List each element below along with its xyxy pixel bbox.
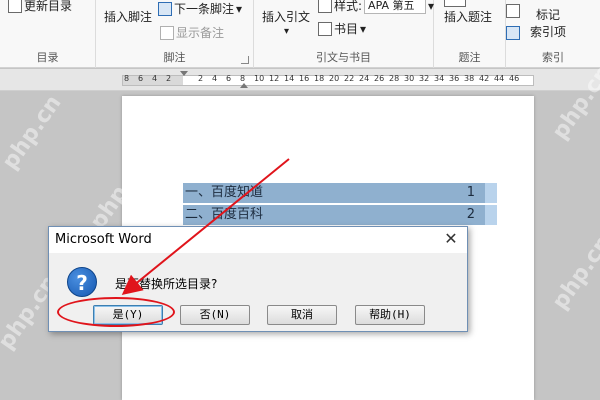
- chevron-down-icon: ▾: [360, 21, 367, 36]
- ruler-number: 30: [404, 74, 415, 83]
- toc-entry-text: 二、百度百科: [185, 207, 264, 222]
- table-of-figures-icon[interactable]: [506, 4, 520, 18]
- bibliography-icon: [318, 21, 332, 36]
- ruler-number: 8: [240, 74, 246, 83]
- ruler-number: 2: [198, 74, 204, 83]
- ruler-number: 2: [166, 74, 172, 83]
- ruler-number: 8: [124, 74, 130, 83]
- bibliography-button[interactable]: 书目 ▾: [318, 20, 366, 37]
- group-label-citations: 引文与书目: [316, 51, 371, 64]
- help-button[interactable]: 帮助(H): [355, 305, 425, 325]
- show-notes-icon: [160, 25, 174, 40]
- toc-selection-tail: [485, 205, 497, 225]
- group-footnotes: 插入脚注 下一条脚注 ▾ 显示备注 脚注: [96, 0, 254, 68]
- ruler-number: 26: [374, 74, 385, 83]
- insert-citation-dropdown[interactable]: ▾: [284, 26, 289, 37]
- ruler-number: 36: [449, 74, 460, 83]
- close-icon[interactable]: ✕: [443, 231, 459, 247]
- group-toc: 更新目录 目录: [0, 0, 96, 68]
- group-label-captions: 题注: [458, 51, 481, 64]
- watermark: php.cn: [0, 90, 67, 175]
- annotation-ellipse: [57, 297, 175, 327]
- insert-caption-button[interactable]: 插入题注: [444, 8, 492, 25]
- style-selector[interactable]: 样式: APA 第五 ▾: [318, 0, 434, 14]
- dialog-titlebar[interactable]: Microsoft Word ✕: [49, 227, 467, 253]
- toc-selection-tail: [485, 183, 497, 203]
- ruler-number: 42: [479, 74, 490, 83]
- ruler-number: 20: [329, 74, 340, 83]
- ruler-number: 34: [434, 74, 445, 83]
- ruler-number: 6: [138, 74, 144, 83]
- ruler-number: 22: [344, 74, 355, 83]
- ruler-number: 32: [419, 74, 430, 83]
- next-footnote-icon: [158, 1, 172, 16]
- horizontal-ruler[interactable]: 8 6 4 2 2 4 6 8 10 12 14 16 18 20 22 24 26 28 30 32 34 36 38 42…: [0, 69, 600, 91]
- dialog-title: Microsoft Word: [55, 232, 152, 247]
- group-label-toc: 目录: [36, 51, 59, 64]
- toc-entry-page: 2: [466, 207, 475, 222]
- refresh-icon: [8, 0, 22, 13]
- caption-icon: [444, 0, 466, 7]
- caption-glyph-icon: [444, 0, 466, 7]
- ruler-number: 14: [284, 74, 295, 83]
- chevron-down-icon: ▾: [236, 1, 243, 16]
- style-icon: [318, 0, 332, 13]
- style-combo[interactable]: APA 第五: [364, 0, 427, 14]
- ribbon: 更新目录 目录 插入脚注 下一条脚注 ▾ 显示备注 脚注 插入引文 ▾ 样式: …: [0, 0, 600, 68]
- first-line-indent-marker[interactable]: [180, 71, 188, 76]
- ruler-number: 12: [269, 74, 280, 83]
- ruler-number: 10: [254, 74, 265, 83]
- group-captions: 插入题注 题注: [434, 0, 506, 68]
- ruler-number: 28: [389, 74, 400, 83]
- cross-ref-glyph-icon: [506, 26, 520, 40]
- insert-footnote-button[interactable]: 插入脚注: [104, 8, 152, 25]
- ruler-number: 4: [152, 74, 158, 83]
- next-footnote-button[interactable]: 下一条脚注 ▾: [158, 0, 242, 17]
- watermark: php.cn: [547, 230, 600, 315]
- cross-reference-icon[interactable]: [506, 26, 520, 40]
- chevron-down-icon: ▾: [284, 26, 290, 37]
- toc-entry-text: 一、百度知道: [185, 185, 264, 200]
- mark-entry-button[interactable]: 标记 索引项: [530, 6, 566, 40]
- toc-entry[interactable]: 二、百度百科 2: [183, 205, 497, 225]
- ruler-number: 4: [212, 74, 218, 83]
- ruler-number: 44: [494, 74, 505, 83]
- ruler-number: 6: [226, 74, 232, 83]
- cancel-button[interactable]: 取消: [267, 305, 337, 325]
- ruler-number: 18: [314, 74, 325, 83]
- ruler-number: 38: [464, 74, 475, 83]
- figures-list-icon: [506, 4, 520, 18]
- ruler-numbers: 8 6 4 2 2 4 6 8 10 12 14 16 18 20 22 24 26 28 30 32 34 36 38 42…: [122, 74, 534, 86]
- show-notes-button[interactable]: 显示备注: [160, 24, 224, 41]
- update-toc-button[interactable]: 更新目录: [8, 0, 72, 14]
- question-icon: ?: [67, 267, 97, 297]
- group-citations: 插入引文 ▾ 样式: APA 第五 ▾ 书目 ▾ 引文与书目: [254, 0, 434, 68]
- group-label-index: 索引: [542, 51, 564, 64]
- no-button[interactable]: 否(N): [180, 305, 250, 325]
- ruler-number: 46: [509, 74, 520, 83]
- toc-entry[interactable]: 一、百度知道 1: [183, 183, 497, 203]
- dialog-message: 是否替换所选目录?: [115, 277, 218, 291]
- insert-citation-button[interactable]: 插入引文: [262, 8, 310, 25]
- group-label-footnotes: 脚注: [163, 51, 186, 64]
- ruler-number: 16: [299, 74, 310, 83]
- left-indent-marker[interactable]: [240, 83, 248, 88]
- group-index: 标记 索引项 索引: [506, 0, 600, 68]
- ruler-number: 24: [359, 74, 370, 83]
- toc-entry-page: 1: [466, 185, 475, 200]
